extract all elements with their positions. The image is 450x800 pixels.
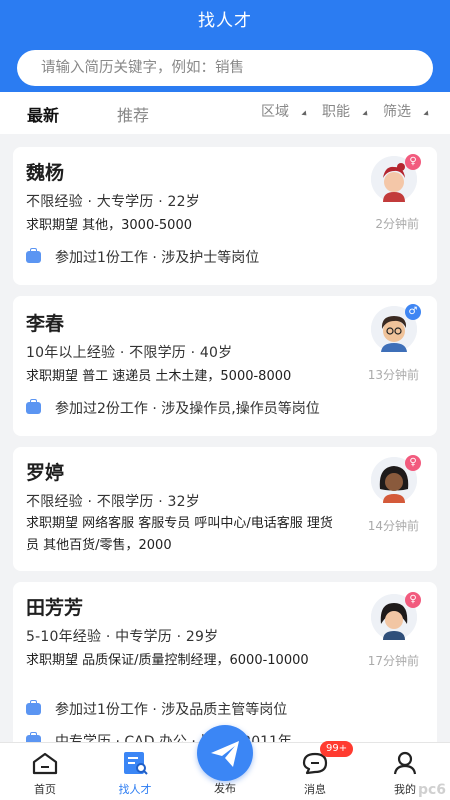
- job-intent: 求职期望 其他，3000-5000: [26, 218, 192, 233]
- briefcase-icon: [26, 399, 41, 414]
- candidate-meta: 5-10年经验 · 中专学历 · 29岁: [26, 629, 219, 645]
- avatar: ♀: [371, 592, 421, 640]
- search-input[interactable]: 请输入简历关键字，例如：销售: [17, 50, 433, 86]
- avatar: ♀: [371, 154, 421, 202]
- tab-bar-top: 最新 推荐 区域 职能 筛选: [0, 92, 450, 134]
- filter-screen[interactable]: 筛选: [383, 101, 411, 121]
- briefcase-icon: [26, 248, 41, 263]
- dropdown-arrow-icon: [423, 110, 431, 118]
- tab-messages-label: 消息: [304, 783, 326, 796]
- paper-plane-icon: [211, 741, 239, 767]
- job-intent: 求职期望 品质保证/质量控制经理，6000-10000: [26, 653, 309, 668]
- header: 找人才 请输入简历关键字，例如：销售: [0, 0, 450, 92]
- resume-card[interactable]: 李春 10年以上经验 · 不限学历 · 40岁 求职期望 普工 速递员 土木土建…: [13, 296, 437, 436]
- work-experience: 参加过1份工作 · 涉及护士等岗位: [26, 247, 259, 267]
- work-experience-text: 参加过1份工作 · 涉及品质主管等岗位: [55, 702, 288, 718]
- watermark-logo: pc6: [417, 782, 446, 798]
- female-icon: ♀: [405, 154, 421, 170]
- job-intent: 求职期望 普工 速递员 土木土建，5000-8000: [26, 369, 292, 384]
- update-time: 13分钟前: [367, 368, 419, 382]
- female-icon: ♀: [405, 455, 421, 471]
- tab-find-talent-label: 找人才: [118, 783, 152, 796]
- dropdown-arrow-icon: [301, 110, 309, 118]
- message-count-badge: 99+: [320, 741, 354, 757]
- briefcase-icon: [26, 700, 41, 715]
- candidate-name: 李春: [26, 313, 65, 335]
- page-title: 找人才: [198, 11, 252, 31]
- tab-home[interactable]: 首页: [5, 743, 85, 800]
- candidate-meta: 不限经验 · 不限学历 · 32岁: [26, 494, 200, 510]
- candidate-name: 田芳芳: [26, 597, 84, 619]
- work-experience-text: 参加过2份工作 · 涉及操作员,操作员等岗位: [55, 401, 320, 417]
- female-icon: ♀: [405, 592, 421, 608]
- avatar: ♂: [371, 304, 421, 352]
- tab-home-label: 首页: [34, 783, 56, 796]
- filter-function[interactable]: 职能: [322, 101, 350, 121]
- male-icon: ♂: [405, 304, 421, 320]
- candidate-name: 罗婷: [26, 462, 65, 484]
- tab-find-talent[interactable]: 找人才: [95, 743, 175, 800]
- candidate-name: 魏杨: [26, 162, 65, 184]
- work-experience-text: 参加过1份工作 · 涉及护士等岗位: [55, 250, 260, 266]
- job-intent: 求职期望 网络客服 客服专员 呼叫中心/电话客服 理货员 其他百货/零售，200…: [26, 516, 333, 553]
- avatar: ♀: [371, 455, 421, 503]
- filter-region[interactable]: 区域: [261, 101, 289, 121]
- find-talent-icon: [124, 752, 148, 775]
- tab-recommend[interactable]: 推荐: [117, 102, 149, 126]
- resume-card[interactable]: 罗婷 不限经验 · 不限学历 · 32岁 求职期望 网络客服 客服专员 呼叫中心…: [13, 447, 437, 571]
- candidate-meta: 不限经验 · 大专学历 · 22岁: [26, 194, 200, 210]
- tab-latest[interactable]: 最新: [27, 102, 59, 126]
- profile-icon: [393, 751, 417, 775]
- publish-label: 发布: [214, 782, 236, 795]
- update-time: 14分钟前: [367, 519, 419, 533]
- publish-button[interactable]: [197, 725, 253, 781]
- update-time: 17分钟前: [367, 654, 419, 668]
- resume-card[interactable]: 魏杨 不限经验 · 大专学历 · 22岁 求职期望 其他，3000-5000 参…: [13, 147, 437, 285]
- home-icon: [32, 752, 58, 775]
- dropdown-arrow-icon: [362, 110, 370, 118]
- update-time: 2分钟前: [375, 217, 419, 231]
- candidate-meta: 10年以上经验 · 不限学历 · 40岁: [26, 345, 233, 361]
- work-experience: 参加过2份工作 · 涉及操作员,操作员等岗位: [26, 398, 320, 418]
- work-experience: 参加过1份工作 · 涉及品质主管等岗位: [26, 699, 287, 719]
